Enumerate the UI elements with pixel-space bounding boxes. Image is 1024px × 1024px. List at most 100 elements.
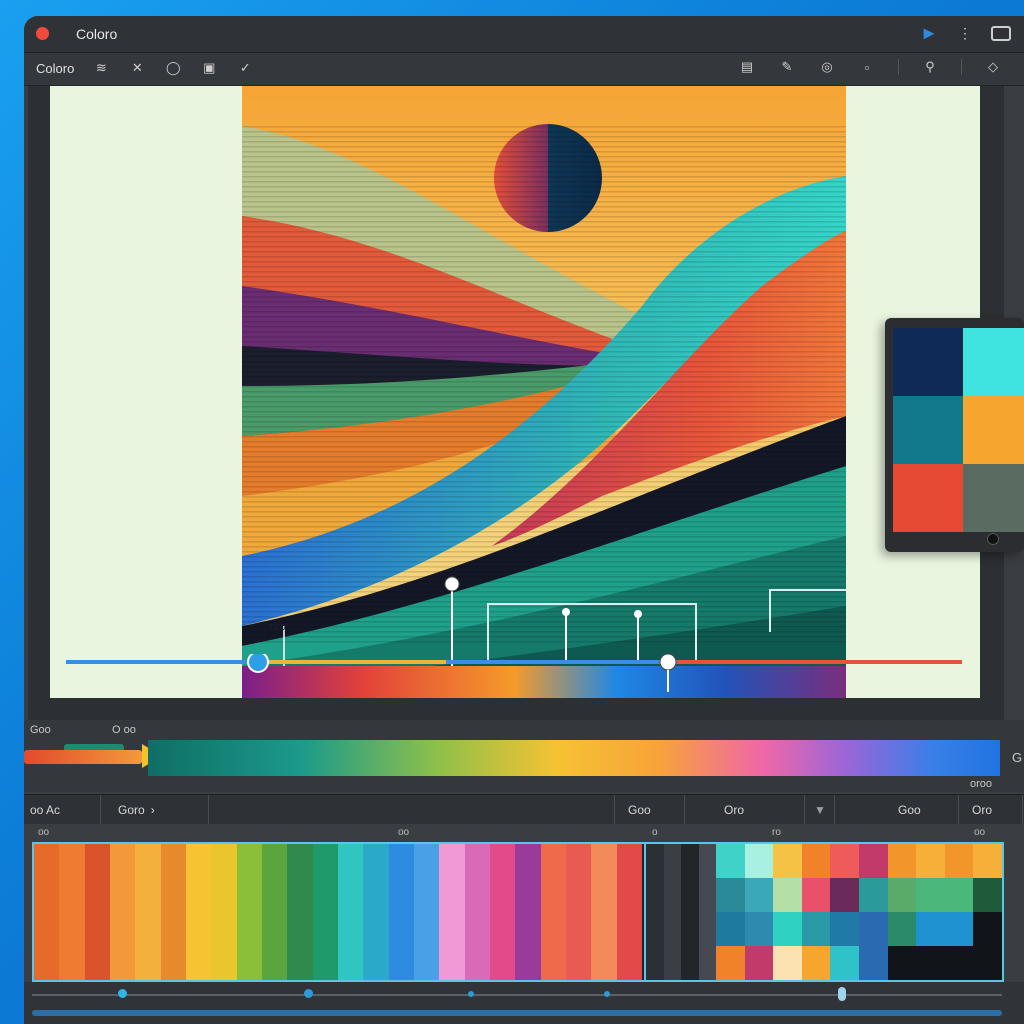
mini-swatch[interactable] [944,946,974,980]
color-range-slider[interactable] [66,654,966,694]
more-icon[interactable]: ⋮ [954,22,976,44]
mini-swatch[interactable] [916,912,945,946]
mini-swatch[interactable] [887,912,917,946]
timeline-marker[interactable] [304,989,313,998]
search-icon[interactable]: ⚲ [921,59,939,75]
mini-swatch[interactable] [859,946,888,980]
color-strip[interactable] [135,844,161,980]
timeline-marker[interactable] [604,991,610,997]
slider-handle-left[interactable] [247,654,269,673]
timeline-marker[interactable] [468,991,474,997]
color-strip[interactable] [185,844,212,980]
mini-swatch[interactable] [744,946,774,980]
mini-swatch[interactable] [859,878,888,912]
control-cell-c[interactable]: Goo [872,795,959,825]
mini-swatch[interactable] [801,878,831,912]
color-strip[interactable] [489,844,516,980]
mini-swatch[interactable] [887,878,917,912]
window-toggle-icon[interactable] [990,22,1012,44]
color-strip[interactable] [515,844,541,980]
mini-swatch[interactable] [887,946,917,980]
control-cell-b[interactable]: Oro [688,795,805,825]
mini-swatch[interactable] [973,946,1002,980]
edit-icon[interactable]: ✎ [778,59,796,75]
mini-swatch[interactable] [744,878,774,912]
color-strip[interactable] [413,844,440,980]
color-strip[interactable] [287,844,313,980]
slider-handle-right[interactable] [659,654,677,671]
color-strip[interactable] [663,844,681,980]
palette-swatch[interactable] [963,464,1024,532]
color-strip[interactable] [337,844,364,980]
color-strip[interactable] [363,844,389,980]
artwork-canvas[interactable]: oro [242,86,846,698]
color-strip[interactable] [616,844,642,980]
color-strip[interactable] [261,844,288,980]
mini-swatch[interactable] [744,912,774,946]
waveform-icon[interactable]: ≋ [92,60,110,76]
timeline-progress[interactable] [32,1010,1002,1016]
mini-swatch[interactable] [716,912,745,946]
color-strip[interactable] [109,844,136,980]
share-icon[interactable]: ► [918,22,940,44]
mini-swatch[interactable] [744,844,774,878]
mini-swatch[interactable] [916,946,945,980]
color-strip[interactable] [388,844,414,980]
range-track[interactable] [194,795,615,825]
palette-swatch[interactable] [893,328,963,396]
color-strip[interactable] [84,844,110,980]
mini-swatch[interactable] [801,946,831,980]
color-strip[interactable] [34,844,60,980]
color-strip[interactable] [439,844,465,980]
mini-swatch[interactable] [859,912,888,946]
mini-swatch[interactable] [773,912,802,946]
mini-swatch[interactable] [773,878,802,912]
frame-icon[interactable]: ▣ [200,60,218,76]
mini-swatch[interactable] [830,912,859,946]
gradient-bar[interactable] [148,740,1000,776]
mini-swatch[interactable] [801,912,831,946]
mini-swatch[interactable] [830,946,859,980]
mini-swatch[interactable] [716,844,745,878]
mini-swatch[interactable] [773,946,802,980]
mini-swatch[interactable] [973,878,1002,912]
mini-swatch[interactable] [944,912,974,946]
palette-swatch[interactable] [893,464,963,532]
palette-swatch[interactable] [963,396,1024,464]
mini-swatch[interactable] [773,844,802,878]
mini-swatch[interactable] [916,878,945,912]
close-window-button[interactable] [36,27,49,40]
mini-swatch[interactable] [830,878,859,912]
mini-swatch[interactable] [716,878,745,912]
palette-swatch[interactable] [963,328,1024,396]
timeline-marker[interactable] [838,987,846,1001]
color-strip[interactable] [698,844,716,980]
palette-swatch[interactable] [893,396,963,464]
color-strip[interactable] [236,844,262,980]
color-strip[interactable] [540,844,566,980]
timer-icon[interactable]: ◯ [164,60,182,76]
color-strip[interactable] [565,844,592,980]
timeline-marker[interactable] [118,989,127,998]
chevron-down-icon[interactable]: ▼ [814,795,835,825]
color-strip[interactable] [312,844,338,980]
color-strip[interactable] [464,844,490,980]
mini-swatch[interactable] [830,844,859,878]
control-cell-a[interactable]: Goo [620,795,685,825]
target-icon[interactable]: ◎ [818,59,836,75]
color-strip[interactable] [646,844,664,980]
dropdown-select[interactable]: Goro › [100,795,209,825]
mini-swatch[interactable] [944,878,974,912]
color-strip[interactable] [211,844,237,980]
color-strip[interactable] [59,844,85,980]
mini-swatch[interactable] [716,946,745,980]
close-icon[interactable]: ✕ [128,60,146,76]
diamond-icon[interactable]: ◇ [984,59,1002,75]
document-icon[interactable]: ▫ [858,60,876,75]
check-icon[interactable]: ✓ [236,60,254,76]
mini-swatch[interactable] [944,844,974,878]
color-strip[interactable] [160,844,186,980]
gradient-pointer[interactable] [24,750,142,764]
mini-swatch[interactable] [859,844,888,878]
mini-swatch[interactable] [887,844,917,878]
